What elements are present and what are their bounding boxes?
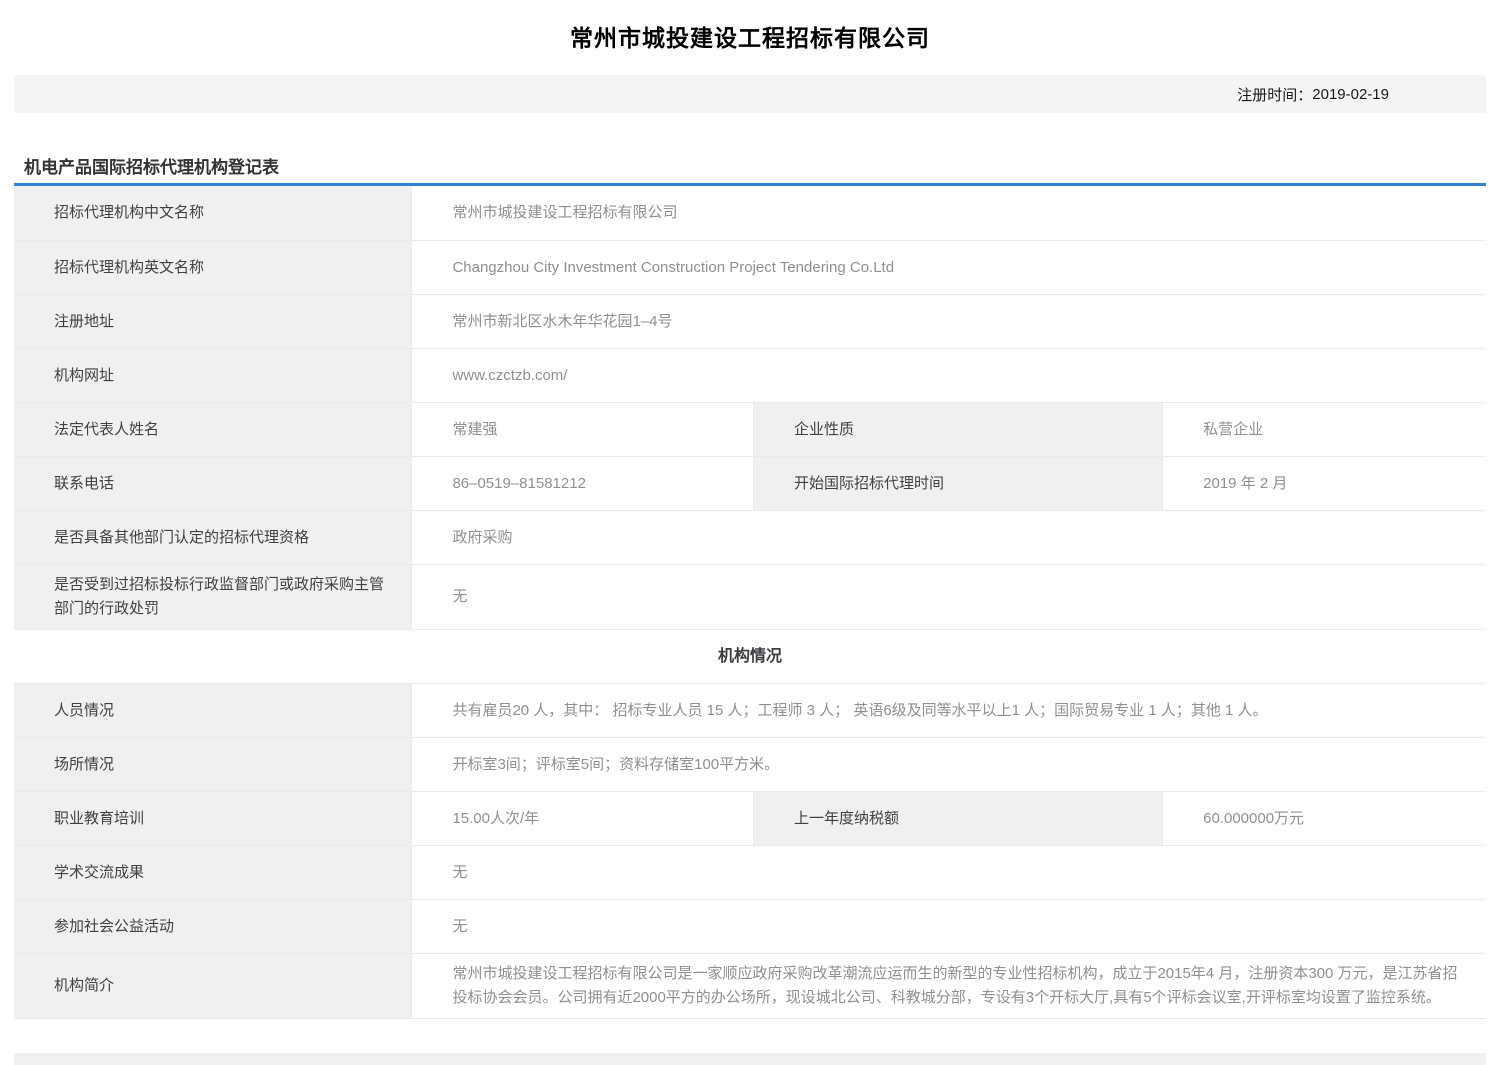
row-label-2: 上一年度纳税额	[753, 792, 1162, 845]
row-label: 职业教育培训	[14, 792, 411, 845]
row-value-text: 常建强	[452, 418, 497, 442]
row-label: 是否具备其他部门认定的招标代理资格	[14, 511, 411, 564]
row-label: 机构网址	[14, 349, 411, 402]
registration-table: 招标代理机构中文名称 常州市城投建设工程招标有限公司招标代理机构英文名称 Chang…	[14, 183, 1486, 1019]
row-label-text: 机构简介	[54, 974, 114, 998]
row-label-text: 机构网址	[54, 364, 114, 388]
footer-bar	[14, 1053, 1486, 1065]
row-value-text: 共有雇员20 人，其中： 招标专业人员 15 人；工程师 3 人； 英语6级及同…	[452, 699, 1267, 723]
row-label: 场所情况	[14, 738, 411, 791]
row-label-2-text: 开始国际招标代理时间	[794, 472, 944, 496]
row-label: 招标代理机构中文名称	[14, 186, 411, 240]
row-label: 机构简介	[14, 954, 411, 1018]
row-label-2-text: 上一年度纳税额	[794, 807, 899, 831]
row-label-text: 职业教育培训	[54, 807, 144, 831]
row-value: 常建强	[411, 403, 753, 456]
row-value-text: 无	[452, 915, 467, 939]
row-label: 人员情况	[14, 684, 411, 737]
table-row: 招标代理机构中文名称 常州市城投建设工程招标有限公司	[14, 186, 1486, 240]
row-label: 招标代理机构英文名称	[14, 241, 411, 294]
table-row: 参加社会公益活动 无	[14, 899, 1486, 953]
table-row: 招标代理机构英文名称 Changzhou City Investment Cons…	[14, 240, 1486, 294]
row-label-text: 学术交流成果	[54, 861, 144, 885]
row-value-text: www.czctzb.com/	[452, 364, 567, 388]
row-value-text: 开标室3间；评标室5间；资料存储室100平方米。	[452, 753, 779, 777]
page: 常州市城投建设工程招标有限公司 注册时间： 2019-02-19 机电产品国际招…	[0, 0, 1500, 1019]
row-value: 无	[411, 846, 1486, 899]
row-label-text: 注册地址	[54, 310, 114, 334]
row-label-text: 招标代理机构中文名称	[54, 201, 204, 225]
row-label: 联系电话	[14, 457, 411, 510]
row-value-text: Changzhou City Investment Construction P…	[452, 256, 894, 280]
row-label: 法定代表人姓名	[14, 403, 411, 456]
section-header-cell: 机构情况	[14, 630, 1486, 683]
row-value-text: 15.00人次/年	[452, 807, 539, 831]
table-row: 联系电话 86–0519–81581212 开始国际招标代理时间 2019 年 2 月	[14, 456, 1486, 510]
row-value-text: 86–0519–81581212	[452, 472, 585, 496]
row-value-text: 无	[452, 585, 467, 609]
row-label-text: 人员情况	[54, 699, 114, 723]
table-row: 是否具备其他部门认定的招标代理资格 政府采购	[14, 510, 1486, 564]
row-value: 无	[411, 565, 1486, 629]
row-value-text: 政府采购	[452, 526, 512, 550]
row-label-text: 法定代表人姓名	[54, 418, 159, 442]
table-row: 场所情况 开标室3间；评标室5间；资料存储室100平方米。	[14, 737, 1486, 791]
row-label: 参加社会公益活动	[14, 900, 411, 953]
row-label-text: 场所情况	[54, 753, 114, 777]
row-value: 政府采购	[411, 511, 1486, 564]
row-label-2: 开始国际招标代理时间	[753, 457, 1162, 510]
row-label: 是否受到过招标投标行政监督部门或政府采购主管部门的行政处罚	[14, 565, 411, 629]
registration-time-label: 注册时间：	[1237, 84, 1312, 105]
row-value: 常州市城投建设工程招标有限公司是一家顺应政府采购改革潮流应运而生的新型的专业性招…	[411, 954, 1486, 1018]
table-row: 是否受到过招标投标行政监督部门或政府采购主管部门的行政处罚 无	[14, 564, 1486, 629]
row-value-text: 常州市城投建设工程招标有限公司	[452, 201, 677, 225]
table-section-row: 机构情况	[14, 629, 1486, 683]
row-label-2: 企业性质	[753, 403, 1162, 456]
row-value-text: 常州市新北区水木年华花园1–4号	[452, 310, 672, 334]
row-value: 开标室3间；评标室5间；资料存储室100平方米。	[411, 738, 1486, 791]
row-label-text: 招标代理机构英文名称	[54, 256, 204, 280]
row-label-text: 是否受到过招标投标行政监督部门或政府采购主管部门的行政处罚	[54, 573, 391, 621]
row-value: 86–0519–81581212	[411, 457, 753, 510]
row-value: 常州市新北区水木年华花园1–4号	[411, 295, 1486, 348]
registration-time-value: 2019-02-19	[1312, 86, 1389, 103]
table-row: 注册地址 常州市新北区水木年华花园1–4号	[14, 294, 1486, 348]
row-value-2-text: 2019 年 2 月	[1203, 472, 1287, 496]
row-value: 无	[411, 900, 1486, 953]
row-value-2: 私营企业	[1162, 403, 1486, 456]
section-header-cell-text: 机构情况	[718, 645, 782, 669]
row-value-text: 常州市城投建设工程招标有限公司是一家顺应政府采购改革潮流应运而生的新型的专业性招…	[452, 962, 1466, 1010]
row-value-2-text: 60.000000万元	[1203, 807, 1304, 831]
row-label-text: 联系电话	[54, 472, 114, 496]
table-row: 学术交流成果 无	[14, 845, 1486, 899]
table-row: 机构网址 www.czctzb.com/	[14, 348, 1486, 402]
page-title: 常州市城投建设工程招标有限公司	[0, 0, 1500, 46]
row-value: 常州市城投建设工程招标有限公司	[411, 186, 1486, 240]
row-label-text: 参加社会公益活动	[54, 915, 174, 939]
registration-time-bar: 注册时间： 2019-02-19	[14, 75, 1486, 113]
row-value-2: 2019 年 2 月	[1162, 457, 1486, 510]
form-section-title: 机电产品国际招标代理机构登记表	[24, 153, 1486, 173]
row-label: 注册地址	[14, 295, 411, 348]
table-row: 职业教育培训 15.00人次/年 上一年度纳税额 60.000000万元	[14, 791, 1486, 845]
table-row: 法定代表人姓名 常建强 企业性质 私营企业	[14, 402, 1486, 456]
row-value-text: 无	[452, 861, 467, 885]
row-label-2-text: 企业性质	[794, 418, 854, 442]
table-row: 人员情况 共有雇员20 人，其中： 招标专业人员 15 人；工程师 3 人； 英语…	[14, 683, 1486, 737]
row-value-2-text: 私营企业	[1203, 418, 1263, 442]
row-value: 共有雇员20 人，其中： 招标专业人员 15 人；工程师 3 人； 英语6级及同…	[411, 684, 1486, 737]
row-value: 15.00人次/年	[411, 792, 753, 845]
table-row: 机构简介 常州市城投建设工程招标有限公司是一家顺应政府采购改革潮流应运而生的新型的…	[14, 953, 1486, 1018]
row-value-2: 60.000000万元	[1162, 792, 1486, 845]
row-label: 学术交流成果	[14, 846, 411, 899]
row-label-text: 是否具备其他部门认定的招标代理资格	[54, 526, 309, 550]
row-value: Changzhou City Investment Construction P…	[411, 241, 1486, 294]
row-value: www.czctzb.com/	[411, 349, 1486, 402]
